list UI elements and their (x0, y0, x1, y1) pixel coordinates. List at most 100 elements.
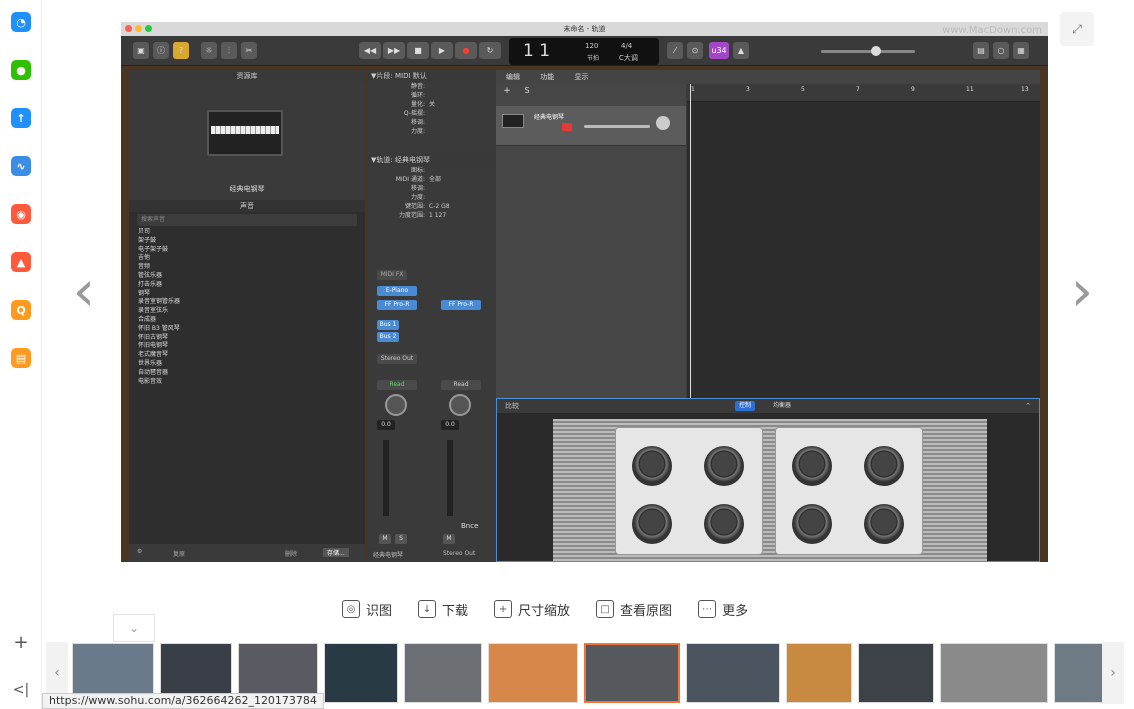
inspector-row[interactable]: 键范围: C-2 G8 (367, 202, 495, 211)
chart-wave-icon[interactable]: ∿ (11, 156, 31, 176)
library-item[interactable]: 电影音效 (129, 378, 365, 387)
tab-control[interactable]: 控制 (735, 401, 756, 411)
library-item[interactable]: 电子架子鼓 (129, 246, 365, 255)
fader-1[interactable] (383, 440, 389, 516)
prev-image-button[interactable]: ‹ (64, 262, 104, 322)
add-track-button[interactable]: + (500, 86, 514, 98)
badge[interactable]: u34 (709, 42, 729, 59)
timeline[interactable]: 1 3 5 7 9 11 13 (687, 84, 1040, 398)
e-piano-plugin[interactable]: E-Piano (377, 286, 417, 296)
view-menu[interactable]: 显示 (574, 73, 588, 81)
metronome-button[interactable]: ▲ (733, 42, 749, 59)
library-item[interactable]: 录音室钢管乐器 (129, 298, 365, 307)
more-button[interactable]: ⋯ 更多 (698, 598, 748, 620)
collapse-thumbnails-button[interactable]: ⌄ (113, 614, 155, 642)
resize-button[interactable]: + 尺寸缩放 (494, 598, 570, 620)
gear-icon[interactable]: ⚙ (137, 548, 142, 555)
library-item[interactable]: 世界乐器 (129, 360, 365, 369)
fader-2[interactable] (447, 440, 453, 516)
pan-knob-2[interactable] (449, 394, 471, 416)
tone-knob[interactable] (864, 446, 904, 486)
fullscreen-button[interactable]: ⤢ (1060, 12, 1094, 46)
stereo-out-output[interactable]: Stereo Out (377, 354, 417, 364)
track-header[interactable]: ▼轨道: 经典电钢琴 (367, 154, 495, 166)
notepad-button[interactable]: ▤ (973, 42, 989, 59)
ruler[interactable]: 1 3 5 7 9 11 13 (687, 84, 1040, 102)
play-button[interactable]: ▶ (431, 42, 453, 59)
thumbnails-next-button[interactable]: › (1102, 642, 1124, 704)
treble-knob[interactable] (704, 446, 744, 486)
delete-button[interactable]: 删除 (285, 549, 297, 558)
tuner-button[interactable]: ⁄ (667, 42, 683, 59)
view-original-button[interactable]: □ 查看原图 (596, 598, 672, 620)
thumbnail[interactable] (488, 643, 578, 703)
clock-icon[interactable]: ◔ (11, 12, 31, 32)
thumbnail[interactable] (404, 643, 482, 703)
thumbnail[interactable] (940, 643, 1048, 703)
smart-controls-button[interactable]: ☼ (201, 42, 217, 59)
loop-browser-button[interactable]: ○ (993, 42, 1009, 59)
thumbnail[interactable] (686, 643, 780, 703)
stop-button[interactable]: ■ (407, 42, 429, 59)
edit-menu[interactable]: 编辑 (506, 73, 520, 81)
pdf-icon[interactable]: ▲ (11, 252, 31, 272)
image-search-button[interactable]: ◎ 识图 (342, 598, 392, 620)
region-header[interactable]: ▼片段: MIDI 默认 (367, 70, 495, 82)
add-button[interactable]: + (0, 632, 42, 653)
cloud-upload-icon[interactable]: ↑ (11, 108, 31, 128)
search-doc-icon[interactable]: Q (11, 300, 31, 320)
track-record-button[interactable] (562, 123, 572, 131)
pan-knob-1[interactable] (385, 394, 407, 416)
inspector-row[interactable]: 移调: (367, 184, 495, 193)
drive-knob[interactable] (632, 504, 672, 544)
collapse-dock-button[interactable]: <| (0, 682, 42, 698)
inspector-row[interactable]: Q-摇摆: (367, 109, 495, 118)
read-automation-1[interactable]: Read (377, 380, 417, 390)
chorus-knob[interactable] (792, 504, 832, 544)
media-browser-button[interactable]: ▦ (1013, 42, 1029, 59)
info-button[interactable]: ⓘ (153, 42, 169, 59)
count-in-button[interactable]: ⊙ (687, 42, 703, 59)
inspector-row[interactable]: MIDI 通道: 全部 (367, 175, 495, 184)
mixer-button[interactable]: ⫶ (221, 42, 237, 59)
mute-button-2[interactable]: M (443, 534, 455, 544)
compare-label[interactable]: 比较 (505, 399, 519, 413)
scissors-button[interactable]: ✂ (241, 42, 257, 59)
sound-search-input[interactable]: 搜索声音 (137, 214, 357, 226)
tremolo-knob[interactable] (704, 504, 744, 544)
track-volume-slider[interactable] (584, 125, 650, 128)
functions-menu[interactable]: 功能 (540, 73, 554, 81)
ff-pro-r-plugin-1[interactable]: FF Pro-R (377, 300, 417, 310)
camera-icon[interactable]: ◉ (11, 204, 31, 224)
library-item[interactable]: 怀旧电钢琴 (129, 342, 365, 351)
tab-eq[interactable]: 均衡器 (769, 401, 795, 411)
library-item[interactable]: 打击乐器 (129, 281, 365, 290)
library-item[interactable]: 怀旧 B3 管风琴 (129, 325, 365, 334)
solo-track-button[interactable]: S (520, 86, 534, 98)
master-volume-slider[interactable] (821, 46, 915, 56)
ff-pro-r-plugin-2[interactable]: FF Pro-R (441, 300, 481, 310)
inspector-row[interactable]: 力度: (367, 193, 495, 202)
bus2-send[interactable]: Bus 2 (377, 332, 399, 342)
thumbnail[interactable] (584, 643, 680, 703)
midi-fx-slot[interactable]: MIDI FX (377, 270, 407, 280)
library-item[interactable]: 架子鼓 (129, 237, 365, 246)
library-button[interactable]: ▣ (133, 42, 149, 59)
library-item[interactable]: 贝司 (129, 228, 365, 237)
reverb-knob[interactable] (792, 446, 832, 486)
lcd-display[interactable]: 1 1 120 节拍 4/4 C大调 (509, 38, 659, 65)
bus1-send[interactable]: Bus 1 (377, 320, 399, 330)
library-item[interactable]: 合成器 (129, 316, 365, 325)
thumbnail[interactable] (786, 643, 852, 703)
library-item[interactable]: 吉他 (129, 254, 365, 263)
inspector-row[interactable]: 量化: 关 (367, 100, 495, 109)
thumbnail[interactable] (324, 643, 398, 703)
bass-knob[interactable] (632, 446, 672, 486)
rewind-button[interactable]: ◀◀ (359, 42, 381, 59)
volume-knob[interactable] (871, 46, 881, 56)
inspector-row[interactable]: 循环: (367, 91, 495, 100)
inspector-row[interactable]: 静音: (367, 82, 495, 91)
library-item[interactable]: 管弦乐器 (129, 272, 365, 281)
wechat-icon[interactable]: ● (11, 60, 31, 80)
playhead[interactable] (690, 84, 691, 398)
